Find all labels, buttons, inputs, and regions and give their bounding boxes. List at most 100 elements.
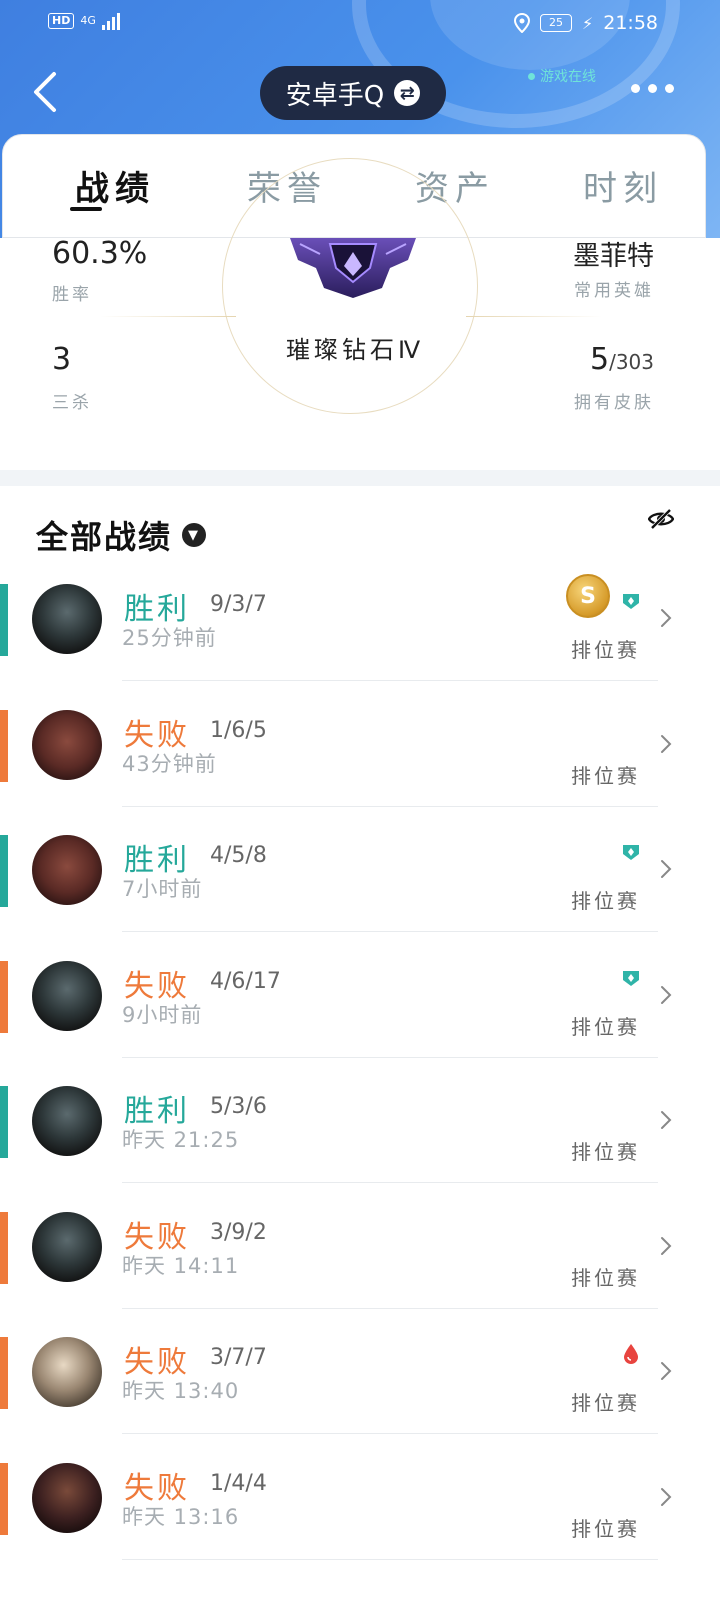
signal-icon xyxy=(101,12,120,30)
match-row[interactable]: 失败 3/9/2 昨天 14:11 排位赛 xyxy=(0,1208,720,1333)
chevron-down-icon: ▼ xyxy=(182,523,207,547)
match-kda: 5/3/6 xyxy=(210,1094,267,1119)
match-row[interactable]: 失败 4/6/17 9小时前 排位赛 xyxy=(0,957,720,1082)
online-status-label: 游戏在线 xyxy=(540,69,596,85)
match-mode: 排位赛 xyxy=(571,763,640,788)
battery-icon: 25 xyxy=(540,14,572,32)
match-kda: 1/4/4 xyxy=(210,1470,267,1496)
row-separator xyxy=(122,805,658,807)
hero-avatar xyxy=(32,1462,102,1533)
stats-panel: 璀璨钻石Ⅳ 60.3% 胜率 3 三杀 墨菲特 常用英雄 5/303 拥有皮肤 xyxy=(0,158,720,470)
network-type: 4G xyxy=(80,14,96,27)
result-indicator xyxy=(0,1211,8,1284)
result-indicator xyxy=(0,1462,8,1535)
row-separator xyxy=(122,1558,658,1560)
chevron-right-icon xyxy=(661,1362,672,1380)
skins-owned: 5 xyxy=(589,342,610,377)
hide-eye-icon[interactable] xyxy=(648,508,674,530)
account-switcher[interactable]: 安卓手Q ⇄ xyxy=(260,66,446,120)
result-indicator xyxy=(0,584,8,656)
favorite-hero-value: 墨菲特 xyxy=(573,241,654,272)
account-name: 安卓手Q xyxy=(285,80,385,111)
match-row[interactable]: 失败 3/7/7 昨天 13:40 排位赛 xyxy=(0,1333,720,1458)
favorite-hero-label: 常用英雄 xyxy=(574,281,654,301)
chevron-right-icon xyxy=(661,609,672,627)
row-separator xyxy=(122,1307,658,1309)
shield-badge-icon xyxy=(623,970,639,986)
blood-drop-icon xyxy=(624,1344,638,1364)
match-mode: 排位赛 xyxy=(571,889,640,913)
divider-line xyxy=(466,316,602,317)
match-time: 昨天 13:40 xyxy=(122,1379,240,1403)
more-button[interactable] xyxy=(631,84,674,93)
chevron-right-icon xyxy=(661,1111,672,1129)
result-indicator xyxy=(0,960,8,1033)
hd-indicator: HD xyxy=(48,13,75,29)
row-separator xyxy=(122,1182,658,1183)
hero-avatar xyxy=(32,1337,102,1407)
shield-badge-icon xyxy=(623,594,639,609)
hero-avatar xyxy=(32,1086,102,1156)
result-indicator xyxy=(0,835,8,907)
row-separator xyxy=(122,931,658,932)
chevron-right-icon xyxy=(661,860,672,878)
match-time: 7小时前 xyxy=(122,877,203,901)
match-kda: 3/7/7 xyxy=(210,1345,267,1370)
hero-avatar xyxy=(32,584,102,654)
match-kda: 4/6/17 xyxy=(210,968,281,994)
match-row[interactable]: 失败 1/6/5 43分钟前 排位赛 xyxy=(0,706,720,831)
match-kda: 4/5/8 xyxy=(210,843,267,868)
match-row[interactable]: 失败 1/4/4 昨天 13:16 排位赛 xyxy=(0,1459,720,1584)
diamond-rank-emblem-icon xyxy=(290,238,416,298)
match-kda: 9/3/7 xyxy=(210,592,267,617)
match-mode: 排位赛 xyxy=(571,1516,640,1541)
match-mode: 排位赛 xyxy=(571,1140,640,1164)
skins-value: 5/303 xyxy=(590,342,654,377)
status-bar: HD 4G 25 ⚡ 21:58 xyxy=(0,0,720,48)
match-time: 昨天 14:11 xyxy=(122,1253,240,1278)
triple-kills-value: 3 xyxy=(52,342,72,377)
hero-avatar xyxy=(32,1211,102,1282)
chevron-right-icon xyxy=(661,985,672,1004)
match-time: 43分钟前 xyxy=(122,751,217,776)
online-status: 游戏在线 xyxy=(528,66,596,86)
row-separator xyxy=(122,1056,658,1058)
match-time: 昨天 21:25 xyxy=(122,1128,240,1152)
back-button[interactable] xyxy=(28,70,68,114)
row-separator xyxy=(122,1433,658,1434)
rank-name: 璀璨钻石Ⅳ xyxy=(286,336,425,364)
match-time: 昨天 13:16 xyxy=(122,1504,240,1529)
result-indicator xyxy=(0,709,8,782)
triple-kills-label: 三杀 xyxy=(52,393,92,413)
skins-label: 拥有皮肤 xyxy=(574,393,654,413)
clock: 21:58 xyxy=(603,12,658,34)
tab-records[interactable]: 战绩 xyxy=(75,161,155,210)
chevron-right-icon xyxy=(661,1236,672,1255)
match-mode: 排位赛 xyxy=(571,638,640,662)
hero-avatar xyxy=(32,835,102,905)
section-title: 全部战绩 xyxy=(36,518,173,556)
match-kda: 3/9/2 xyxy=(210,1219,267,1245)
match-mode: 排位赛 xyxy=(571,1014,640,1039)
match-row[interactable]: 胜利 4/5/8 7小时前 排位赛 xyxy=(0,831,720,956)
win-rate-label: 胜率 xyxy=(52,285,92,305)
result-indicator xyxy=(0,1086,8,1158)
mvp-coin-icon: S xyxy=(566,574,610,618)
match-time: 25分钟前 xyxy=(122,626,217,650)
skins-total: /303 xyxy=(609,350,654,374)
result-indicator xyxy=(0,1337,8,1409)
match-kda: 1/6/5 xyxy=(210,717,267,743)
section-divider xyxy=(0,470,720,486)
divider-line xyxy=(100,316,236,317)
match-mode: 排位赛 xyxy=(571,1391,640,1415)
match-filter-dropdown[interactable]: 全部战绩 ▼ xyxy=(36,512,207,558)
tab-indicator xyxy=(70,207,102,211)
match-row[interactable]: 胜利 5/3/6 昨天 21:25 排位赛 xyxy=(0,1082,720,1207)
location-icon xyxy=(514,13,530,33)
win-rate-value: 60.3% xyxy=(52,236,148,271)
online-dot-icon xyxy=(528,72,535,80)
match-row[interactable]: 胜利 9/3/7 25分钟前 S 排位赛 xyxy=(0,574,720,705)
row-separator xyxy=(122,680,658,681)
tab-moments[interactable]: 时刻 xyxy=(583,161,663,210)
charging-icon: ⚡ xyxy=(582,13,594,33)
